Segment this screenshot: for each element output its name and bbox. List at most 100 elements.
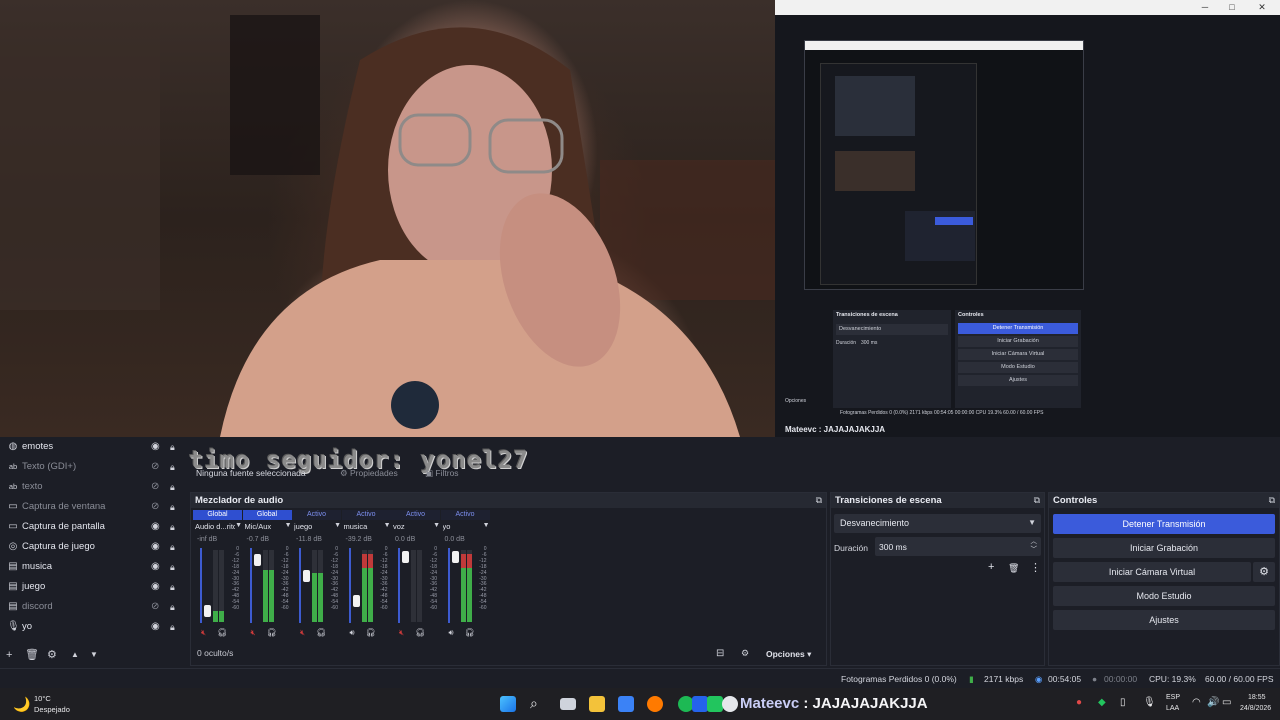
lock-icon[interactable]: 🔒︎ bbox=[170, 597, 175, 617]
store-icon[interactable] bbox=[618, 696, 634, 712]
layout-icon[interactable]: ⊟ bbox=[716, 648, 724, 659]
weather-temp[interactable]: 10°C bbox=[34, 694, 51, 703]
eye-icon[interactable]: ◉ bbox=[151, 577, 160, 597]
headphones-icon[interactable]: 🎧︎ bbox=[217, 628, 227, 637]
volume-slider[interactable] bbox=[348, 548, 360, 623]
eye-off-icon[interactable]: ⊘ bbox=[151, 597, 159, 617]
headphones-icon[interactable]: 🎧︎ bbox=[465, 628, 475, 637]
source-item[interactable]: ◎ Captura de juego ◉ 🔒︎ bbox=[0, 537, 188, 557]
eye-off-icon[interactable]: ⊘ bbox=[151, 457, 159, 477]
headphones-icon[interactable]: 🎧︎ bbox=[415, 628, 425, 637]
volume-slider[interactable] bbox=[447, 548, 459, 623]
add-transition-icon[interactable]: + bbox=[988, 561, 994, 573]
chevron-down-icon[interactable]: ▼ bbox=[483, 522, 490, 529]
eye-off-icon[interactable]: ⊘ bbox=[151, 497, 159, 517]
slider-handle[interactable] bbox=[451, 551, 459, 564]
eye-icon[interactable]: ◉ bbox=[151, 617, 160, 637]
search-icon[interactable]: ⌕ bbox=[530, 695, 538, 712]
settings-button[interactable]: Ajustes bbox=[1053, 610, 1275, 630]
source-item[interactable]: ▤ discord ⊘ 🔒︎ bbox=[0, 597, 188, 617]
speaker-muted-icon[interactable]: 🔇︎ bbox=[399, 628, 404, 638]
dock-float-icon[interactable]: ⧉ bbox=[1034, 495, 1040, 506]
move-up-icon[interactable]: ▲ bbox=[71, 646, 79, 664]
volume-icon[interactable]: 🔊 bbox=[1207, 697, 1219, 708]
lock-icon[interactable]: 🔒︎ bbox=[170, 497, 175, 517]
properties-button[interactable]: ⚙ Propiedades bbox=[340, 468, 398, 479]
slider-handle[interactable] bbox=[204, 604, 211, 617]
virtual-cam-settings-icon[interactable]: ⚙ bbox=[1253, 562, 1275, 582]
lock-icon[interactable]: 🔒︎ bbox=[170, 477, 175, 497]
speaker-muted-icon[interactable]: 🔇︎ bbox=[201, 628, 206, 638]
eye-icon[interactable]: ◉ bbox=[151, 437, 160, 457]
lock-icon[interactable]: 🔒︎ bbox=[170, 457, 175, 477]
start-virtual-cam-button[interactable]: Iniciar Cámara Virtual bbox=[1053, 562, 1251, 582]
tray-icon[interactable]: ● bbox=[1076, 697, 1082, 708]
clock-date[interactable]: 24/8/2026 bbox=[1240, 705, 1271, 712]
volume-slider[interactable] bbox=[299, 548, 310, 623]
source-item[interactable]: ◍ emotes ◉ 🔒︎ bbox=[0, 437, 188, 457]
lock-icon[interactable]: 🔒︎ bbox=[170, 577, 175, 597]
app-icon[interactable] bbox=[692, 696, 708, 712]
close-icon[interactable]: ✕ bbox=[1247, 0, 1277, 15]
add-source-icon[interactable]: + bbox=[6, 646, 12, 664]
wifi-icon[interactable]: ◠ bbox=[1192, 697, 1201, 708]
source-settings-icon[interactable]: ⚙ bbox=[47, 646, 57, 664]
dock-float-icon[interactable]: ⧉ bbox=[1269, 495, 1275, 506]
eye-icon[interactable]: ◉ bbox=[151, 517, 160, 537]
app-icon[interactable] bbox=[707, 696, 723, 712]
tray-icon[interactable]: ◆ bbox=[1098, 697, 1106, 708]
headphones-icon[interactable]: 🎧︎ bbox=[316, 628, 326, 637]
lock-icon[interactable]: 🔒︎ bbox=[170, 537, 175, 557]
eye-off-icon[interactable]: ⊘ bbox=[151, 477, 159, 497]
advanced-audio-icon[interactable]: ⚙ bbox=[741, 648, 749, 659]
lang-bottom[interactable]: LAA bbox=[1166, 705, 1179, 712]
vlc-icon[interactable] bbox=[647, 696, 663, 712]
chevron-down-icon[interactable]: ▼ bbox=[334, 522, 341, 529]
remove-transition-icon[interactable]: 🗑 bbox=[1008, 563, 1019, 574]
source-item[interactable]: ab Texto (GDI+) ⊘ 🔒︎ bbox=[0, 457, 188, 477]
file-explorer-icon[interactable] bbox=[589, 696, 605, 712]
slider-handle[interactable] bbox=[303, 570, 310, 583]
start-recording-button[interactable]: Iniciar Grabación bbox=[1053, 538, 1275, 558]
start-menu-icon[interactable] bbox=[500, 696, 516, 712]
chevron-down-icon[interactable]: ▼ bbox=[433, 522, 440, 529]
lock-icon[interactable]: 🔒︎ bbox=[170, 517, 175, 537]
slider-handle[interactable] bbox=[402, 551, 409, 564]
more-options-icon[interactable]: ⋮ bbox=[1030, 561, 1041, 574]
studio-mode-button[interactable]: Modo Estudio bbox=[1053, 586, 1275, 606]
clock-time[interactable]: 18:55 bbox=[1248, 694, 1266, 701]
weather-moon-icon[interactable]: 🌙 bbox=[13, 696, 30, 713]
battery-icon[interactable]: ▭ bbox=[1222, 697, 1231, 708]
source-item[interactable]: ▭ Captura de ventana ⊘ 🔒︎ bbox=[0, 497, 188, 517]
headphones-icon[interactable]: 🎧︎ bbox=[267, 628, 277, 637]
maximize-icon[interactable]: □ bbox=[1217, 0, 1247, 15]
source-item[interactable]: ▤ juego ◉ 🔒︎ bbox=[0, 577, 188, 597]
speaker-muted-icon[interactable]: 🔇︎ bbox=[251, 628, 256, 638]
speaker-icon[interactable]: 🔊︎ bbox=[449, 628, 454, 638]
obs-icon[interactable] bbox=[722, 696, 738, 712]
chevron-down-icon[interactable]: ▼ bbox=[384, 522, 391, 529]
source-item[interactable]: 🎙 yo ◉ 🔒︎ bbox=[0, 617, 188, 637]
speaker-muted-icon[interactable]: 🔇︎ bbox=[300, 628, 305, 638]
volume-slider[interactable] bbox=[249, 548, 261, 623]
volume-slider[interactable] bbox=[398, 548, 409, 623]
eye-icon[interactable]: ◉ bbox=[151, 537, 160, 557]
mic-tray-icon[interactable]: 🎙 bbox=[1143, 697, 1156, 708]
speaker-icon[interactable]: 🔊︎ bbox=[350, 628, 355, 638]
lock-icon[interactable]: 🔒︎ bbox=[170, 617, 175, 637]
filters-button[interactable]: ▣ Filtros bbox=[425, 468, 459, 479]
source-item[interactable]: ▭ Captura de pantalla ◉ 🔒︎ bbox=[0, 517, 188, 537]
slider-handle[interactable] bbox=[253, 554, 261, 567]
tray-icon[interactable]: ▯ bbox=[1120, 697, 1126, 708]
eye-icon[interactable]: ◉ bbox=[151, 557, 160, 577]
lang-top[interactable]: ESP bbox=[1166, 694, 1180, 701]
stop-stream-button[interactable]: Detener Transmisión bbox=[1053, 514, 1275, 534]
lock-icon[interactable]: 🔒︎ bbox=[170, 437, 175, 457]
chevron-down-icon[interactable]: ▼ bbox=[235, 522, 242, 529]
minimize-icon[interactable]: ─ bbox=[1190, 0, 1220, 15]
source-item[interactable]: ab texto ⊘ 🔒︎ bbox=[0, 477, 188, 497]
spin-arrows-icon[interactable]: ︿ ﹀ bbox=[1031, 538, 1038, 554]
remove-source-icon[interactable]: 🗑 bbox=[25, 646, 39, 664]
duration-field[interactable]: 300 ms ︿ ﹀ bbox=[875, 537, 1041, 556]
lock-icon[interactable]: 🔒︎ bbox=[170, 557, 175, 577]
